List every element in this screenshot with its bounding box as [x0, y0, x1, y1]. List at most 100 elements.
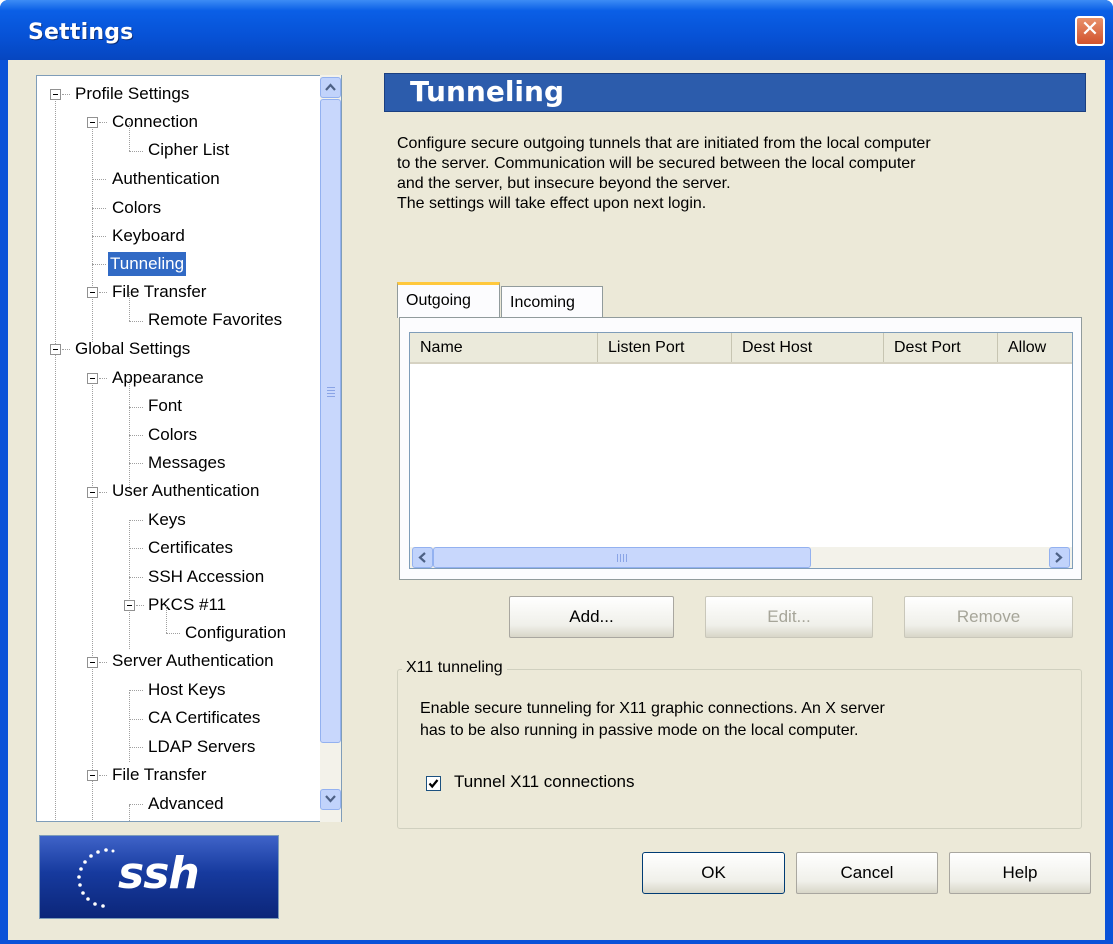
- page-header: Tunneling: [384, 73, 1086, 112]
- hscroll-thumb[interactable]: [433, 547, 811, 568]
- tree-line: [92, 236, 106, 237]
- tree-item-ca-certificates[interactable]: CA Certificates: [146, 706, 262, 730]
- tree-item-keyboard[interactable]: Keyboard: [110, 224, 187, 248]
- column-allow[interactable]: Allow: [998, 333, 1072, 362]
- tree-line: [92, 208, 106, 209]
- tree-line: [92, 264, 106, 265]
- scroll-down-button[interactable]: [320, 789, 341, 810]
- tab-incoming[interactable]: Incoming: [501, 286, 603, 318]
- settings-tree[interactable]: Profile Settings Connection Cipher List …: [36, 75, 342, 822]
- tree-item-ldap-servers[interactable]: LDAP Servers: [146, 735, 257, 759]
- tree-line: [99, 292, 107, 293]
- collapse-icon[interactable]: [50, 344, 61, 355]
- tree-item-cipher-list[interactable]: Cipher List: [146, 138, 231, 162]
- tree-item-pkcs11[interactable]: PKCS #11: [146, 593, 228, 617]
- tree-line: [129, 719, 143, 720]
- tree-line: [99, 775, 107, 776]
- close-icon: ✕: [1080, 17, 1100, 42]
- tree-item-messages[interactable]: Messages: [146, 451, 227, 475]
- ssh-logo: ssh: [39, 835, 279, 919]
- tree-item-ssh-accession[interactable]: SSH Accession: [146, 565, 266, 589]
- window-title: Settings: [28, 20, 134, 45]
- tunnel-x11-checkbox[interactable]: [426, 776, 441, 791]
- tree-item-colors[interactable]: Colors: [110, 196, 163, 220]
- tree-item-profile-settings[interactable]: Profile Settings: [73, 82, 191, 106]
- collapse-icon[interactable]: [87, 117, 98, 128]
- checkmark-icon: [428, 779, 439, 789]
- tree-line: [99, 662, 107, 663]
- tree-item-tunneling[interactable]: Tunneling: [108, 252, 187, 276]
- scroll-left-button[interactable]: [412, 547, 433, 568]
- tree-line: [136, 605, 144, 606]
- tree-item-global-settings[interactable]: Global Settings: [73, 337, 192, 361]
- help-button[interactable]: Help: [949, 852, 1091, 894]
- collapse-icon[interactable]: [87, 373, 98, 384]
- tree-item-server-authentication[interactable]: Server Authentication: [110, 649, 276, 673]
- tree-line: [129, 122, 130, 151]
- description-line: to the server. Communication will be sec…: [397, 155, 916, 172]
- title-bar[interactable]: Settings ✕: [0, 0, 1113, 60]
- tree-item-configuration[interactable]: Configuration: [183, 621, 288, 645]
- add-button[interactable]: Add...: [509, 596, 674, 638]
- tree-line: [129, 577, 143, 578]
- tunnel-list[interactable]: Name Listen Port Dest Host Dest Port All…: [409, 332, 1073, 569]
- tree-line: [92, 379, 93, 821]
- tree-item-advanced[interactable]: Advanced: [146, 792, 226, 816]
- tree-line: [99, 378, 107, 379]
- tree-item-remote-favorites[interactable]: Remote Favorites: [146, 308, 284, 332]
- close-button[interactable]: ✕: [1075, 16, 1105, 46]
- tree-line: [62, 94, 70, 95]
- column-listen-port[interactable]: Listen Port: [598, 333, 732, 362]
- tree-item-file-transfer[interactable]: File Transfer: [110, 280, 208, 304]
- remove-button[interactable]: Remove: [904, 596, 1073, 638]
- chevron-down-icon: [325, 795, 336, 803]
- tab-label: Incoming: [510, 294, 575, 311]
- tree-item-certificates[interactable]: Certificates: [146, 536, 235, 560]
- tab-outgoing[interactable]: Outgoing: [397, 282, 500, 318]
- collapse-icon[interactable]: [87, 770, 98, 781]
- tree-line: [166, 606, 167, 633]
- collapse-icon[interactable]: [50, 89, 61, 100]
- ok-button[interactable]: OK: [642, 852, 785, 894]
- tree-line: [129, 804, 143, 805]
- tree-line: [129, 379, 130, 489]
- chevron-right-icon: [1055, 552, 1063, 563]
- collapse-icon[interactable]: [87, 487, 98, 498]
- collapse-icon[interactable]: [87, 287, 98, 298]
- tree-item-connection[interactable]: Connection: [110, 110, 200, 134]
- tree-line: [129, 747, 143, 748]
- scroll-up-button[interactable]: [320, 77, 341, 98]
- tree-item-authentication[interactable]: Authentication: [110, 167, 222, 191]
- scroll-right-button[interactable]: [1049, 547, 1070, 568]
- collapse-icon[interactable]: [124, 600, 135, 611]
- tree-line: [92, 122, 93, 342]
- collapse-icon[interactable]: [87, 657, 98, 668]
- column-dest-host[interactable]: Dest Host: [732, 333, 884, 362]
- list-header: Name Listen Port Dest Host Dest Port All…: [410, 333, 1072, 364]
- column-name[interactable]: Name: [410, 333, 598, 362]
- tree-item-font[interactable]: Font: [146, 394, 184, 418]
- tree-item-global-file-transfer[interactable]: File Transfer: [110, 763, 208, 787]
- tree-line: [129, 292, 130, 321]
- settings-window: Settings ✕ Profile Settings Connection C…: [0, 0, 1113, 944]
- tree-item-user-authentication[interactable]: User Authentication: [110, 479, 261, 503]
- column-dest-port[interactable]: Dest Port: [884, 333, 998, 362]
- x11-description-line: has to be also running in passive mode o…: [420, 722, 859, 739]
- tree-scrollbar[interactable]: [320, 75, 341, 822]
- cancel-button[interactable]: Cancel: [796, 852, 938, 894]
- edit-button[interactable]: Edit...: [705, 596, 873, 638]
- page-title: Tunneling: [410, 75, 564, 108]
- chevron-left-icon: [418, 552, 426, 563]
- scroll-thumb[interactable]: [320, 99, 341, 743]
- page-description: Configure secure outgoing tunnels that a…: [397, 134, 1097, 214]
- logo-text: ssh: [118, 848, 200, 899]
- tunnel-x11-label[interactable]: Tunnel X11 connections: [454, 772, 635, 792]
- description-line: The settings will take effect upon next …: [397, 195, 707, 212]
- tree-item-host-keys[interactable]: Host Keys: [146, 678, 227, 702]
- list-hscrollbar[interactable]: [410, 547, 1072, 568]
- tree-line: [62, 349, 70, 350]
- tree-item-appearance[interactable]: Appearance: [110, 366, 206, 390]
- tree-line: [129, 463, 143, 464]
- tree-item-global-colors[interactable]: Colors: [146, 423, 199, 447]
- tree-item-keys[interactable]: Keys: [146, 508, 188, 532]
